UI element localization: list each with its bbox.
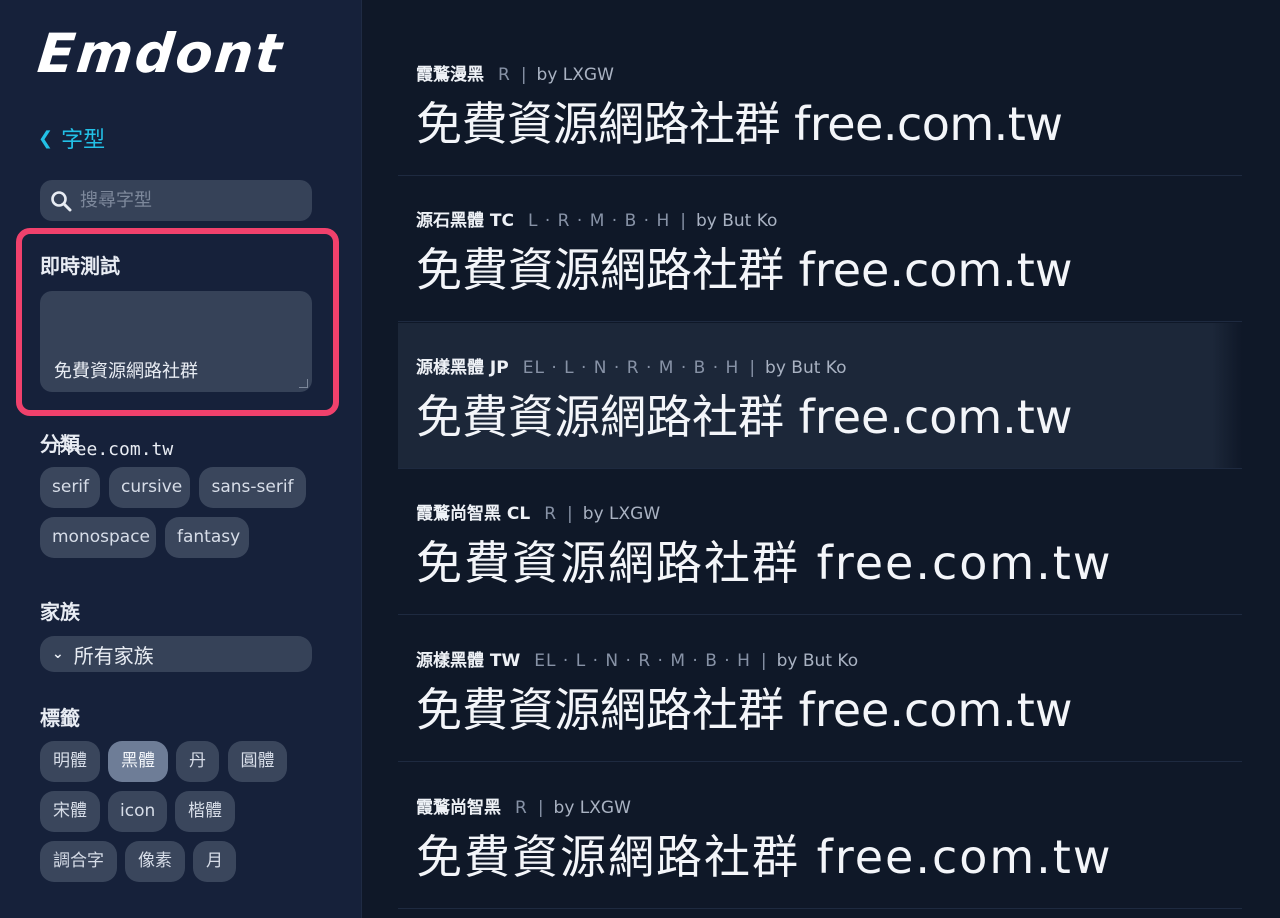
font-weights: R (498, 65, 511, 85)
font-meta: 源樣黑體 TW EL · L · N · R · M · B · H | by … (416, 646, 858, 671)
category-monospace[interactable]: monospace (40, 517, 156, 558)
font-card[interactable]: 源樣黑體 JP EL · L · N · R · M · B · H | by … (398, 323, 1242, 469)
font-card[interactable]: 源石黑體 TC L · R · M · B · H | by But Ko 免費… (398, 176, 1242, 322)
logo[interactable]: Emdont (35, 22, 311, 85)
category-sans-serif[interactable]: sans-serif (199, 467, 306, 508)
font-meta: 源石黑體 TC L · R · M · B · H | by But Ko (416, 206, 777, 231)
search-box[interactable] (40, 180, 312, 221)
family-select[interactable]: ⌄ 所有家族 (40, 636, 312, 672)
meta-separator: | (520, 65, 527, 85)
chevron-left-icon: ❮ (38, 127, 54, 149)
font-preview: 免費資源網路社群 free.com.tw (416, 536, 1113, 590)
tag-tiaohezi[interactable]: 調合字 (40, 841, 117, 882)
family-title: 家族 (40, 600, 80, 624)
font-name: 霞鶩漫黑 (416, 65, 484, 85)
live-test-textarea[interactable]: 免費資源網路社群 free.com.tw (40, 291, 312, 460)
meta-separator: | (760, 651, 767, 671)
search-input[interactable] (80, 190, 290, 211)
font-author: by LXGW (582, 504, 661, 524)
font-author: by But Ko (776, 651, 859, 671)
live-test-title: 即時測試 (40, 254, 120, 278)
live-test-line-1: 免費資源網路社群 (54, 361, 198, 382)
tags-title: 標籤 (40, 706, 80, 730)
tag-songti[interactable]: 宋體 (40, 791, 100, 832)
font-meta: 霞鶩尚智黑 CL R | by LXGW (416, 499, 660, 524)
font-card[interactable]: 霞鶩尚智黑 CL R | by LXGW 免費資源網路社群 free.com.t… (398, 469, 1242, 615)
font-author: by LXGW (536, 65, 614, 85)
family-selected-value: 所有家族 (73, 643, 154, 668)
tag-yuanti[interactable]: 圓體 (228, 741, 287, 782)
font-card[interactable]: 源樣黑體 TW EL · L · N · R · M · B · H | by … (398, 616, 1242, 762)
font-name: 源石黑體 TC (416, 211, 514, 231)
font-preview: 免費資源網路社群 free.com.tw (416, 683, 1073, 737)
search-icon (50, 190, 72, 212)
font-name: 源樣黑體 JP (416, 358, 509, 378)
font-weights: R (544, 504, 558, 524)
tag-mingti[interactable]: 明體 (40, 741, 100, 782)
font-card[interactable]: 霞鶩尚智黑 R | by LXGW 免費資源網路社群 free.com.tw (398, 763, 1242, 909)
font-preview: 免費資源網路社群 free.com.tw (416, 390, 1073, 444)
font-meta: 霞鶩漫黑 R | by LXGW (416, 60, 614, 85)
back-to-fonts-link[interactable]: ❮ 字型 (38, 122, 105, 154)
sidebar: Emdont ❮ 字型 即時測試 免費資源網路社群 free.com.tw 分類… (0, 0, 362, 918)
font-weights: EL · L · N · R · M · B · H (522, 358, 740, 378)
font-author: by But Ko (765, 358, 847, 378)
live-test-line-2: free.com.tw (54, 439, 174, 460)
font-meta: 霞鶩尚智黑 R | by LXGW (416, 793, 631, 818)
font-preview: 免費資源網路社群 free.com.tw (416, 830, 1113, 884)
meta-separator: | (680, 211, 686, 231)
meta-separator: | (567, 504, 573, 524)
category-fantasy[interactable]: fantasy (165, 517, 249, 558)
font-weights: EL · L · N · R · M · B · H (534, 651, 751, 671)
font-name: 霞鶩尚智黑 (416, 798, 501, 818)
tag-dan[interactable]: 丹 (176, 741, 219, 782)
category-cursive[interactable]: cursive (109, 467, 190, 508)
resize-grip-icon[interactable] (299, 379, 308, 388)
font-weights: L · R · M · B · H (528, 211, 671, 231)
meta-separator: | (749, 358, 756, 378)
font-list: 霞鶩漫黑 R | by LXGW 免費資源網路社群 free.com.tw 源石… (398, 0, 1242, 918)
back-link-label: 字型 (61, 128, 106, 153)
meta-separator: | (537, 798, 544, 818)
font-card[interactable]: 霞鶩漫黑 R | by LXGW 免費資源網路社群 free.com.tw (398, 30, 1242, 176)
font-weights: R (515, 798, 528, 818)
tag-kaiti[interactable]: 楷體 (175, 791, 235, 832)
tag-heiti[interactable]: 黑體 (108, 741, 168, 782)
chevron-down-icon: ⌄ (52, 646, 64, 662)
font-author: by But Ko (695, 211, 778, 231)
tag-yue[interactable]: 月 (193, 841, 236, 882)
font-name: 源樣黑體 TW (416, 651, 521, 671)
category-serif[interactable]: serif (40, 467, 100, 508)
tag-pixel[interactable]: 像素 (125, 841, 185, 882)
font-meta: 源樣黑體 JP EL · L · N · R · M · B · H | by … (416, 353, 847, 378)
font-preview: 免費資源網路社群 free.com.tw (416, 243, 1073, 297)
categories-title: 分類 (40, 432, 80, 456)
tag-icon[interactable]: icon (108, 791, 167, 832)
font-author: by LXGW (553, 798, 631, 818)
font-name: 霞鶩尚智黑 CL (416, 504, 531, 524)
font-preview: 免費資源網路社群 free.com.tw (416, 97, 1063, 151)
